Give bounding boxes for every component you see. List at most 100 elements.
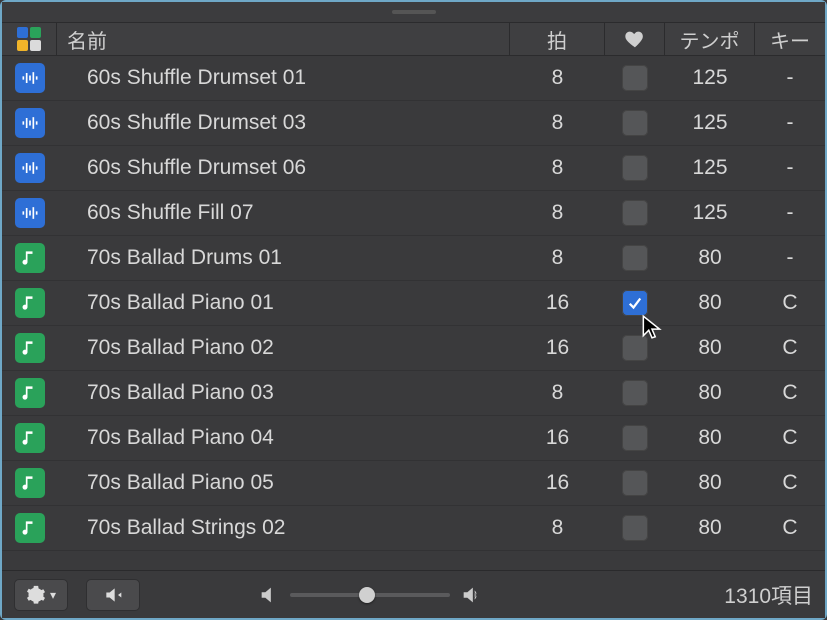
table-row[interactable]: 70s Ballad Piano 0116 80C — [2, 281, 825, 326]
table-row[interactable]: 60s Shuffle Drumset 038 125- — [2, 101, 825, 146]
loop-beats: 8 — [510, 156, 605, 180]
midi-note-icon — [15, 513, 45, 543]
loop-beats: 8 — [510, 111, 605, 135]
loop-beats: 8 — [510, 201, 605, 225]
table-row[interactable]: 60s Shuffle Fill 078 125- — [2, 191, 825, 236]
grip-icon — [392, 10, 436, 14]
favorite-checkbox[interactable] — [622, 290, 648, 316]
chevron-down-icon: ▾ — [50, 588, 56, 602]
loop-key: C — [755, 336, 825, 360]
loop-name: 70s Ballad Piano 04 — [57, 426, 510, 450]
volume-thumb[interactable] — [359, 587, 375, 603]
audio-waveform-icon — [15, 63, 45, 93]
table-row[interactable]: 70s Ballad Strings 028 80C — [2, 506, 825, 551]
loop-key: C — [755, 381, 825, 405]
column-header-name[interactable]: 名前 — [57, 23, 510, 55]
loop-beats: 16 — [510, 291, 605, 315]
volume-control — [258, 584, 482, 606]
loop-key: - — [755, 111, 825, 135]
table-row[interactable]: 70s Ballad Piano 0516 80C — [2, 461, 825, 506]
category-grid-icon — [17, 27, 41, 51]
midi-note-icon — [15, 243, 45, 273]
midi-note-icon — [15, 468, 45, 498]
loop-beats: 16 — [510, 426, 605, 450]
column-header-beats[interactable]: 拍 — [510, 23, 605, 55]
favorite-checkbox[interactable] — [622, 245, 648, 271]
loop-tempo: 125 — [665, 111, 755, 135]
table-row[interactable]: 70s Ballad Piano 038 80C — [2, 371, 825, 416]
heart-icon — [624, 28, 646, 50]
table-row[interactable]: 70s Ballad Piano 0216 80C — [2, 326, 825, 371]
loop-tempo: 80 — [665, 246, 755, 270]
loop-key: - — [755, 156, 825, 180]
table-row[interactable]: 60s Shuffle Drumset 018 125- — [2, 56, 825, 101]
loop-name: 60s Shuffle Drumset 03 — [57, 111, 510, 135]
volume-low-icon — [258, 584, 280, 606]
favorite-checkbox[interactable] — [622, 335, 648, 361]
settings-menu-button[interactable]: ▾ — [14, 579, 68, 611]
loop-tempo: 125 — [665, 66, 755, 90]
loop-tempo: 80 — [665, 471, 755, 495]
loop-key: C — [755, 471, 825, 495]
loop-name: 70s Ballad Piano 01 — [57, 291, 510, 315]
loop-name: 70s Ballad Piano 03 — [57, 381, 510, 405]
midi-note-icon — [15, 333, 45, 363]
midi-note-icon — [15, 423, 45, 453]
loop-name: 60s Shuffle Drumset 06 — [57, 156, 510, 180]
loop-tempo: 80 — [665, 426, 755, 450]
favorite-checkbox[interactable] — [622, 200, 648, 226]
table-row[interactable]: 70s Ballad Drums 01880- — [2, 236, 825, 281]
gear-icon — [26, 585, 46, 605]
loop-beats: 8 — [510, 381, 605, 405]
loop-key: C — [755, 291, 825, 315]
column-header-key[interactable]: キー — [755, 23, 825, 55]
loop-tempo: 80 — [665, 516, 755, 540]
loop-tempo: 125 — [665, 156, 755, 180]
loop-tempo: 125 — [665, 201, 755, 225]
column-headers: 名前 拍 テンポ キー — [2, 22, 825, 56]
loop-name: 70s Ballad Strings 02 — [57, 516, 510, 540]
loop-key: - — [755, 66, 825, 90]
audio-waveform-icon — [15, 108, 45, 138]
item-count: 1310項目 — [724, 580, 813, 610]
loop-beats: 16 — [510, 336, 605, 360]
resize-handle[interactable] — [2, 2, 825, 22]
midi-note-icon — [15, 288, 45, 318]
loop-key: C — [755, 516, 825, 540]
loop-beats: 8 — [510, 246, 605, 270]
loop-name: 70s Ballad Piano 02 — [57, 336, 510, 360]
loop-tempo: 80 — [665, 381, 755, 405]
speaker-play-icon — [103, 585, 123, 605]
table-row[interactable]: 60s Shuffle Drumset 068 125- — [2, 146, 825, 191]
loop-name: 70s Ballad Piano 05 — [57, 471, 510, 495]
footer-toolbar: ▾ 1310項目 — [2, 570, 825, 618]
loop-name: 70s Ballad Drums 01 — [57, 246, 510, 270]
loop-key: - — [755, 201, 825, 225]
favorite-checkbox[interactable] — [622, 110, 648, 136]
volume-slider[interactable] — [290, 593, 450, 597]
column-header-category[interactable] — [2, 23, 57, 55]
loop-name: 60s Shuffle Drumset 01 — [57, 66, 510, 90]
loop-name: 60s Shuffle Fill 07 — [57, 201, 510, 225]
loop-key: C — [755, 426, 825, 450]
audio-waveform-icon — [15, 153, 45, 183]
volume-high-icon — [460, 584, 482, 606]
loop-beats: 8 — [510, 516, 605, 540]
favorite-checkbox[interactable] — [622, 380, 648, 406]
loop-list: 60s Shuffle Drumset 018125-60s Shuffle D… — [2, 56, 825, 554]
favorite-checkbox[interactable] — [622, 65, 648, 91]
favorite-checkbox[interactable] — [622, 155, 648, 181]
favorite-checkbox[interactable] — [622, 425, 648, 451]
favorite-checkbox[interactable] — [622, 470, 648, 496]
preview-play-button[interactable] — [86, 579, 140, 611]
column-header-favorite[interactable] — [605, 23, 665, 55]
loop-beats: 16 — [510, 471, 605, 495]
column-header-tempo[interactable]: テンポ — [665, 23, 755, 55]
audio-waveform-icon — [15, 198, 45, 228]
loop-tempo: 80 — [665, 336, 755, 360]
midi-note-icon — [15, 378, 45, 408]
table-row[interactable]: 70s Ballad Piano 0416 80C — [2, 416, 825, 461]
loop-beats: 8 — [510, 66, 605, 90]
favorite-checkbox[interactable] — [622, 515, 648, 541]
loop-tempo: 80 — [665, 291, 755, 315]
